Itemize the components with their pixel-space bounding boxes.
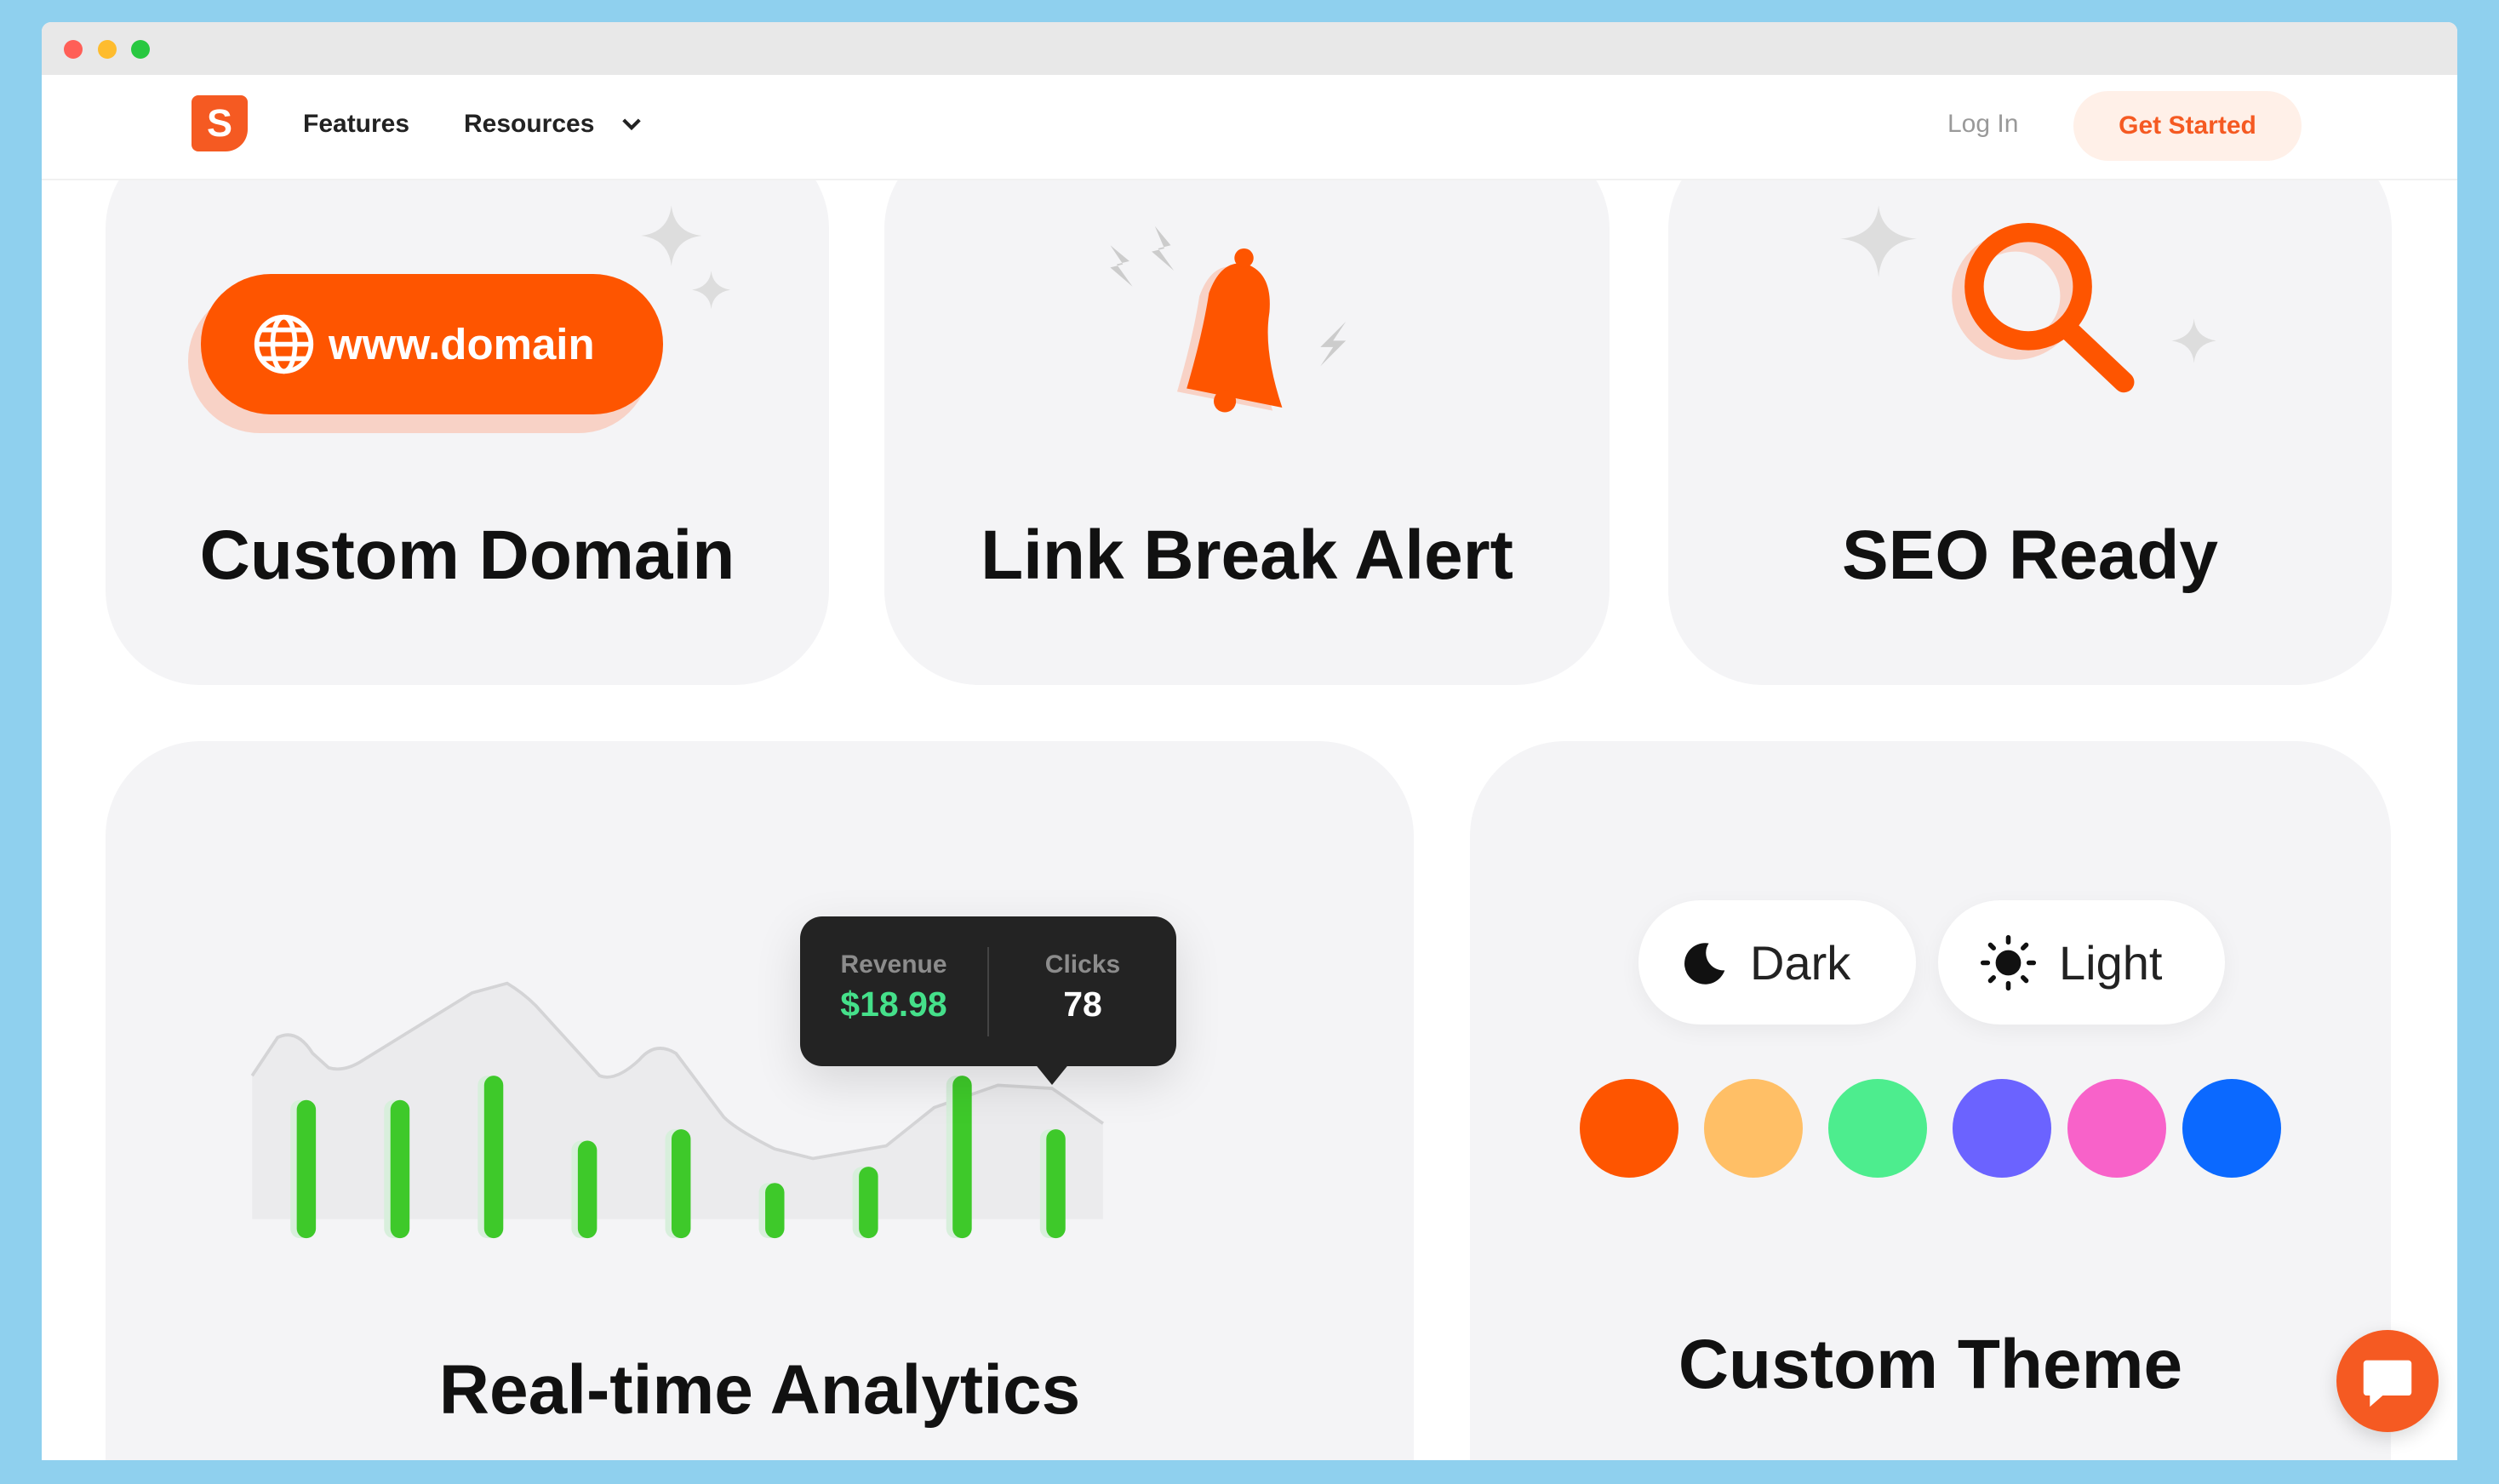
nav-features[interactable]: Features xyxy=(303,110,409,139)
chart-bar xyxy=(390,1099,410,1239)
card-seo-ready: SEO Ready xyxy=(1668,134,2392,685)
chart-bar xyxy=(296,1099,317,1239)
card-custom-theme: Dark Light Custom Theme xyxy=(1470,741,2391,1460)
card-title: Link Break Alert xyxy=(981,517,1513,594)
logo[interactable]: S xyxy=(192,95,248,151)
chart-bar xyxy=(952,1076,972,1239)
revenue-value: $18.98 xyxy=(840,984,947,1024)
chart-bar xyxy=(765,1183,785,1239)
chevron-down-icon[interactable] xyxy=(620,117,643,133)
bell-icon xyxy=(1110,225,1347,413)
chart-bar xyxy=(1046,1129,1066,1239)
close-window-button[interactable] xyxy=(64,40,83,59)
clicks-value: 78 xyxy=(1063,984,1102,1024)
minimize-window-button[interactable] xyxy=(98,40,117,59)
card-title: Custom Domain xyxy=(199,517,735,594)
browser-window: S Features Resources Log In Get Started … xyxy=(42,22,2457,1460)
card-custom-domain: www.domain Custom Domain xyxy=(106,134,829,685)
chat-icon xyxy=(2363,1360,2412,1407)
revenue-stat: Revenue $18.98 xyxy=(800,946,989,1036)
chart-bar xyxy=(671,1129,691,1239)
domain-text: www.domain xyxy=(329,320,595,368)
chart-bar xyxy=(859,1167,878,1239)
moon-icon xyxy=(1684,943,1725,985)
get-started-button[interactable]: Get Started xyxy=(2073,91,2302,161)
color-swatch[interactable] xyxy=(1828,1079,1927,1178)
color-swatch[interactable] xyxy=(2182,1079,2281,1178)
chat-button[interactable] xyxy=(2336,1330,2439,1432)
color-swatch[interactable] xyxy=(1704,1079,1803,1178)
maximize-window-button[interactable] xyxy=(131,40,150,59)
revenue-label: Revenue xyxy=(840,950,947,979)
light-label: Light xyxy=(2059,935,2163,990)
title-bar xyxy=(42,22,2457,75)
clicks-stat: Clicks 78 xyxy=(989,947,1176,1036)
magnifier-icon xyxy=(1840,205,2216,393)
dark-label: Dark xyxy=(1750,935,1851,990)
login-link[interactable]: Log In xyxy=(1947,110,2018,139)
chart-bar xyxy=(483,1076,504,1239)
navbar: S Features Resources Log In Get Started xyxy=(42,75,2457,180)
card-link-break-alert: Link Break Alert xyxy=(884,134,1610,685)
dark-mode-button[interactable]: Dark xyxy=(1638,900,1916,1025)
color-swatch[interactable] xyxy=(2067,1079,2166,1178)
card-realtime-analytics: Revenue $18.98 Clicks 78 Real-time Analy… xyxy=(106,741,1414,1460)
clicks-label: Clicks xyxy=(1044,950,1121,979)
nav-resources[interactable]: Resources xyxy=(464,110,594,139)
sun-icon xyxy=(1980,934,2037,990)
card-title: Custom Theme xyxy=(1678,1326,2183,1403)
domain-badge: www.domain xyxy=(201,274,663,414)
card-title: Real-time Analytics xyxy=(438,1351,1081,1429)
color-swatch[interactable] xyxy=(1953,1079,2051,1178)
chart-tooltip: Revenue $18.98 Clicks 78 xyxy=(800,916,1176,1085)
light-mode-button[interactable]: Light xyxy=(1938,900,2225,1025)
chart-bar xyxy=(577,1140,598,1239)
globe-icon xyxy=(254,314,314,374)
tooltip-arrow xyxy=(1034,1063,1070,1085)
card-title: SEO Ready xyxy=(1841,517,2219,594)
analytics-chart xyxy=(250,981,1104,1239)
color-swatch[interactable] xyxy=(1580,1079,1678,1178)
